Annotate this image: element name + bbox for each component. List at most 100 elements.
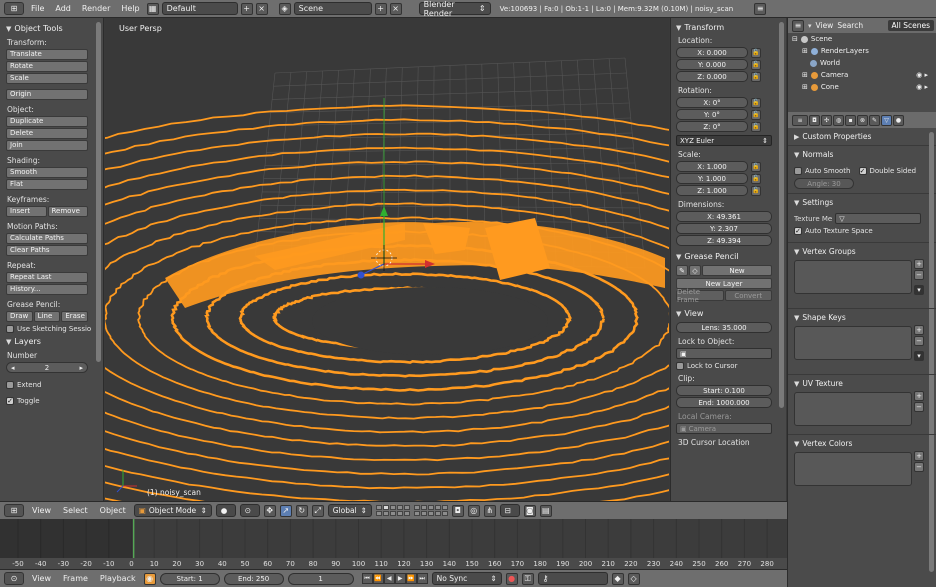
modifiers-tab-icon[interactable]: ✎ — [869, 114, 880, 126]
lens-field[interactable]: Lens: 35.000 — [676, 322, 772, 333]
repeat-last-button[interactable]: Repeat Last — [6, 272, 88, 283]
lock-icon[interactable]: 🔓 — [751, 47, 761, 58]
use-sketching-row[interactable]: Use Sketching Sessio — [6, 325, 97, 333]
angle-field[interactable]: Angle: 30 — [794, 178, 854, 189]
history-button[interactable]: History... — [6, 284, 88, 295]
menu-render[interactable]: Render — [78, 4, 114, 13]
sync-mode-selector[interactable]: No Sync ⇕ — [431, 572, 502, 585]
outliner-row-scene[interactable]: ⊟ Scene — [788, 33, 936, 45]
rotation-mode-selector[interactable]: XYZ Euler ⇕ — [676, 135, 772, 146]
add-icon[interactable]: + — [914, 259, 924, 269]
dimensions-z-field[interactable]: Z: 49.394 — [676, 235, 772, 246]
eye-icon[interactable]: ◉ ▸ — [916, 71, 928, 79]
toggle-row[interactable]: ✓ Toggle — [6, 397, 97, 405]
vertex-groups-header[interactable]: ▼ Vertex Groups — [794, 247, 930, 256]
insert-keyframe-icon[interactable]: ◆ — [611, 572, 624, 585]
scale-z-field[interactable]: Z: 1.000 — [676, 185, 748, 196]
shape-keys-list[interactable] — [794, 326, 912, 360]
lock-icon[interactable]: 🔓 — [751, 121, 761, 132]
lock-icon[interactable]: 🔓 — [751, 71, 761, 82]
outliner-row-camera[interactable]: ⊞ Camera ◉ ▸ — [788, 69, 936, 81]
scene-selector[interactable]: Scene — [293, 2, 372, 15]
layer-button[interactable] — [413, 511, 420, 516]
lock-icon[interactable]: 🔓 — [751, 109, 761, 120]
clip-start-field[interactable]: Start: 0.100 — [676, 385, 772, 396]
object-tab-icon[interactable]: ▪ — [845, 114, 856, 126]
play-icon[interactable]: ▶ — [394, 573, 406, 584]
scene-layers-b[interactable] — [413, 505, 448, 516]
prev-keyframe-icon[interactable]: ⏪ — [372, 573, 384, 584]
lock-icon[interactable]: 🔓 — [751, 59, 761, 70]
menu-add[interactable]: Add — [51, 4, 75, 13]
tool-shelf-scrollbar[interactable] — [96, 22, 101, 362]
transform-panel-header[interactable]: ▼ Transform — [676, 23, 781, 32]
manipulator-toggle-icon[interactable]: ✥ — [263, 504, 276, 517]
flat-button[interactable]: Flat — [6, 179, 88, 190]
lock-to-cursor-row[interactable]: Lock to Cursor — [676, 362, 781, 370]
uv-texture-header[interactable]: ▼ UV Texture — [794, 379, 930, 388]
layer-button[interactable] — [420, 505, 427, 510]
lock-icon[interactable]: 🔓 — [751, 185, 761, 196]
double-sided-checkbox[interactable]: ✓ — [858, 167, 867, 175]
arrow-left-icon[interactable]: ◂ — [11, 364, 15, 372]
outliner-editor-icon[interactable]: ≡ — [792, 19, 804, 32]
pencil-icon[interactable]: ✎ — [676, 265, 688, 276]
clip-end-field[interactable]: End: 1000.000 — [676, 397, 772, 408]
layer-button[interactable] — [434, 511, 441, 516]
remove-layout-button[interactable]: × — [255, 2, 268, 15]
lock-icon[interactable]: 🔓 — [751, 161, 761, 172]
remove-icon[interactable]: − — [914, 402, 924, 412]
add-icon[interactable]: + — [914, 325, 924, 335]
menu-frame[interactable]: Frame — [59, 574, 92, 583]
expand-icon[interactable]: ⊟ — [792, 35, 798, 43]
translate-manipulator-icon[interactable]: ↗ — [279, 504, 292, 517]
rotation-z-field[interactable]: Z: 0° — [676, 121, 748, 132]
layer-button[interactable] — [382, 511, 389, 516]
render-engine-selector[interactable]: Blender Render ⇕ — [418, 0, 491, 18]
remove-icon[interactable]: − — [914, 462, 924, 472]
delete-button[interactable]: Delete — [6, 128, 88, 139]
vertex-colors-list[interactable] — [794, 452, 912, 486]
delete-keyframe-icon[interactable]: ◇ — [627, 572, 640, 585]
outliner-row-cone[interactable]: ⊞ Cone ◉ ▸ — [788, 81, 936, 93]
constraints-tab-icon[interactable]: ⊗ — [857, 114, 868, 126]
menu-down-icon[interactable]: ▾ — [914, 285, 924, 295]
layer-button[interactable] — [396, 505, 403, 510]
grease-pencil-panel-header[interactable]: ▼ Grease Pencil — [676, 252, 781, 261]
extend-row[interactable]: Extend — [6, 381, 97, 389]
play-reverse-icon[interactable]: ◀ — [383, 573, 395, 584]
translate-button[interactable]: Translate — [6, 49, 88, 60]
editor-type-icon[interactable]: ⊞ — [4, 504, 24, 517]
screen-layout-icon[interactable]: ▦ — [146, 2, 159, 15]
rotate-manipulator-icon[interactable]: ↻ — [295, 504, 308, 517]
remove-icon[interactable]: − — [914, 270, 924, 280]
join-button[interactable]: Join — [6, 140, 88, 151]
start-frame-field[interactable]: Start: 1 — [159, 572, 220, 585]
world-tab-icon[interactable]: ◍ — [833, 114, 844, 126]
scene-tab-icon[interactable]: ✣ — [821, 114, 832, 126]
clear-paths-button[interactable]: Clear Paths — [6, 245, 88, 256]
layer-button[interactable] — [441, 511, 448, 516]
layer-button[interactable] — [434, 505, 441, 510]
origin-button[interactable]: Origin — [6, 89, 88, 100]
layer-button[interactable] — [403, 511, 410, 516]
keying-set-field[interactable]: ⚷ — [537, 572, 608, 585]
layer-button[interactable] — [396, 511, 403, 516]
add-scene-button[interactable]: + — [374, 2, 387, 15]
lock-object-field[interactable]: ▣ — [676, 348, 772, 359]
add-layout-button[interactable]: + — [240, 2, 253, 15]
layer-button[interactable] — [413, 505, 420, 510]
timeline-ruler[interactable]: -50 -40 -30 -20 -10 0 10 20 30 40 50 60 70 80 90 100 110… — [0, 558, 787, 569]
add-icon[interactable]: + — [914, 451, 924, 461]
menu-select[interactable]: Select — [59, 506, 92, 515]
info-icon[interactable]: ≡ — [754, 2, 767, 15]
data-browse-icon[interactable]: ◇ — [689, 265, 701, 276]
convert-button[interactable]: Convert — [724, 290, 772, 301]
location-x-field[interactable]: X: 0.000 — [676, 47, 748, 58]
expand-icon[interactable]: ⊞ — [802, 47, 808, 55]
scene-icon[interactable]: ◈ — [278, 2, 291, 15]
custom-properties-header[interactable]: ▶ Custom Properties — [794, 132, 930, 141]
vertex-groups-list[interactable] — [794, 260, 912, 294]
duplicate-button[interactable]: Duplicate — [6, 116, 88, 127]
end-frame-field[interactable]: End: 250 — [223, 572, 284, 585]
